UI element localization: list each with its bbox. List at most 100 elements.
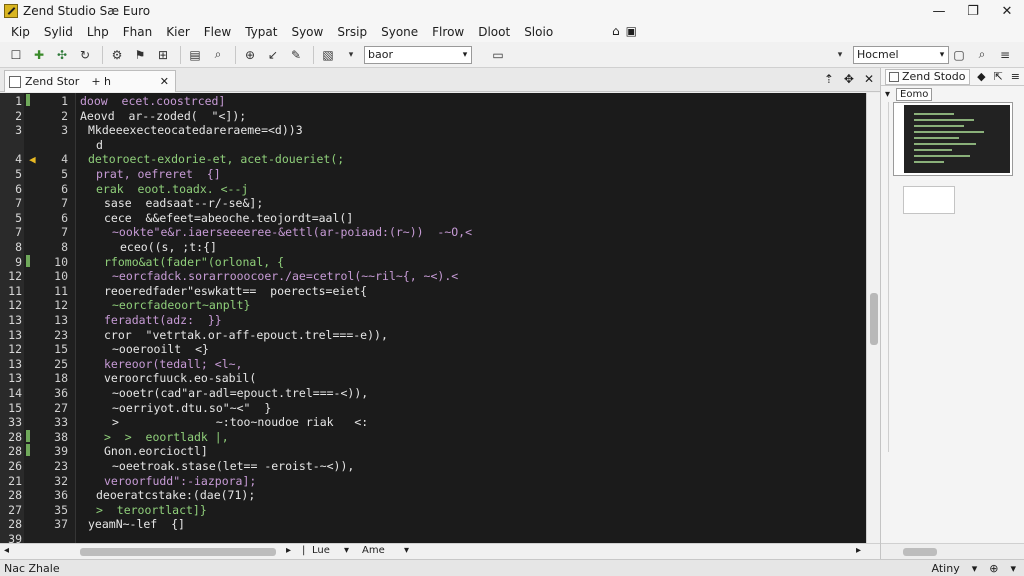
configuration-combo[interactable]: baor ▾ bbox=[364, 45, 472, 64]
close-icon[interactable]: ✕ bbox=[160, 75, 169, 88]
scrollbar-thumb[interactable] bbox=[870, 293, 878, 345]
minimize-icon[interactable]: — bbox=[922, 4, 956, 19]
chevron-down-icon[interactable]: ▾ bbox=[459, 50, 471, 60]
secondary-thumbnail[interactable] bbox=[903, 186, 955, 214]
search-icon[interactable]: ⌕ bbox=[208, 45, 228, 65]
scroll-left-icon[interactable]: ◂ bbox=[4, 545, 9, 556]
code-line[interactable]: 33 33 > ~:too~noudoe riak <: bbox=[0, 415, 866, 430]
menu-item[interactable]: Flrow bbox=[425, 25, 471, 39]
code-line[interactable]: 4 ◀ 4 detoroect-exdorie-et, acet-doueriet(; bbox=[0, 152, 866, 167]
scrollbar-thumb[interactable] bbox=[80, 548, 276, 556]
code-line[interactable]: 11 11 reoeredfader"eswkatt== poerects=eiet… bbox=[0, 284, 866, 299]
package-icon[interactable]: ▤ bbox=[185, 45, 205, 65]
code-line[interactable]: 27 35 > teroortlact]} bbox=[0, 503, 866, 518]
code-line[interactable]: 13 23 cror "vetrtak.or-aff-epouct.trel===-… bbox=[0, 328, 866, 343]
menu-item[interactable]: Sylid bbox=[37, 25, 80, 39]
chevron-down-icon[interactable]: ▾ bbox=[404, 545, 409, 556]
code-line[interactable]: 7 7 sase eadsaat--r/-se&]; bbox=[0, 196, 866, 211]
dropdown-arrow-icon[interactable]: ▾ bbox=[341, 45, 361, 65]
code-editor[interactable]: 1 1 doow ecet.coostrced] 2 2 Aeovd ar--zoded(… bbox=[0, 93, 866, 543]
chevron-down-icon[interactable]: ▾ bbox=[1010, 562, 1016, 575]
run-icon[interactable]: ✣ bbox=[52, 45, 72, 65]
code-line[interactable]: 2 2 Aeovd ar--zoded( "<]); bbox=[0, 109, 866, 124]
menu-item[interactable]: Syone bbox=[374, 25, 425, 39]
editor-vertical-scrollbar[interactable] bbox=[866, 93, 880, 543]
code-line[interactable]: d bbox=[0, 138, 866, 153]
menu-item[interactable]: Kip bbox=[4, 25, 37, 39]
code-line[interactable]: 8 8 eceo((s, ;t:{] bbox=[0, 240, 866, 255]
restore-icon[interactable]: ❐ bbox=[956, 4, 990, 19]
search-icon[interactable]: ⌕ bbox=[972, 45, 992, 65]
chevron-down-icon[interactable]: ▾ bbox=[885, 89, 890, 100]
clipboard-icon[interactable]: ▭ bbox=[488, 45, 508, 65]
open-type-icon[interactable]: ⊞ bbox=[153, 45, 173, 65]
menu-icon[interactable]: ≡ bbox=[995, 45, 1015, 65]
code-line[interactable]: 13 13 feradatt(adz: }} bbox=[0, 313, 866, 328]
code-line[interactable]: 7 7 ~ookte"e&r.iaerseeeeree-&ettl(ar-poiaa… bbox=[0, 225, 866, 240]
scroll-right-icon[interactable]: ▸ bbox=[856, 545, 861, 556]
code-line[interactable]: 28 38 > > eoortladk |, bbox=[0, 429, 866, 445]
refresh-icon[interactable]: ↻ bbox=[75, 45, 95, 65]
menu-item[interactable]: Typat bbox=[238, 25, 284, 39]
close-icon[interactable]: ✕ bbox=[990, 4, 1024, 19]
menu-item[interactable]: Srsip bbox=[330, 25, 374, 39]
close-icon[interactable]: ✕ bbox=[864, 72, 874, 86]
perspective-combo[interactable]: Hocmel ▾ bbox=[853, 45, 949, 64]
menu-item[interactable]: Fhan bbox=[116, 25, 159, 39]
code-line[interactable]: 12 15 ~ooerooilt <} bbox=[0, 342, 866, 357]
code-line[interactable]: 5 6 cece &&efeet=abeoche.teojordt=aal(] bbox=[0, 211, 866, 226]
code-line[interactable]: 39 bbox=[0, 532, 866, 543]
breakpoint-arrow-icon[interactable]: ◀ bbox=[29, 152, 36, 167]
code-line[interactable]: 6 6 erak eoot.toadx. <--j bbox=[0, 182, 866, 197]
editor-tab[interactable]: Zend Stor + h ✕ bbox=[4, 70, 176, 92]
new-file-icon[interactable]: ☐ bbox=[6, 45, 26, 65]
chevron-down-icon[interactable]: ▾ bbox=[344, 545, 349, 556]
open-perspective-icon[interactable]: ▢ bbox=[949, 45, 969, 65]
scroll-right-icon[interactable]: ▸ bbox=[286, 545, 291, 556]
view-menu-icon[interactable]: ◆ bbox=[977, 70, 985, 83]
menu-item[interactable]: Flew bbox=[197, 25, 238, 39]
code-line[interactable]: 13 18 veroorcfuuck.eo-sabil( bbox=[0, 371, 866, 386]
layout-icon[interactable]: ▧ bbox=[318, 45, 338, 65]
code-line[interactable]: 28 37 yeamN~-lef {] bbox=[0, 517, 866, 532]
tool-icon[interactable]: ↙ bbox=[263, 45, 283, 65]
zoom-icon[interactable]: ⊕ bbox=[240, 45, 260, 65]
chevron-down-icon[interactable]: ▾ bbox=[936, 50, 948, 60]
code-line[interactable]: 14 36 ~ooetr(cad"ar-adl=epouct.trel===-<))… bbox=[0, 386, 866, 401]
menu-item[interactable]: Syow bbox=[284, 25, 330, 39]
menu-item[interactable]: Dloot bbox=[471, 25, 517, 39]
menu-icon[interactable]: ≡ bbox=[1011, 70, 1020, 83]
pin-icon[interactable]: ⇡ bbox=[824, 72, 834, 86]
outline-filter-field[interactable]: Eomo bbox=[896, 87, 933, 101]
chevron-down-icon[interactable]: ▾ bbox=[830, 45, 850, 65]
pin-icon[interactable]: ⌂ bbox=[612, 24, 620, 38]
code-line[interactable]: 3 3 Mkdeeexecteocatedareraeme=<d))3 bbox=[0, 123, 866, 138]
menu-item[interactable]: Kier bbox=[159, 25, 197, 39]
outline-tab[interactable]: Zend Stodo bbox=[885, 68, 970, 85]
editor-horizontal-scrollbar[interactable]: ◂ ▸ | Lue ▾ Ame ▾ ▸ bbox=[0, 543, 880, 559]
code-line[interactable]: 15 27 ~oerriyot.dtu.so"~<" } bbox=[0, 401, 866, 416]
maximize-icon[interactable]: ⇱ bbox=[994, 70, 1003, 83]
scrollbar-thumb[interactable] bbox=[903, 548, 937, 556]
code-line[interactable]: 1 1 doow ecet.coostrced] bbox=[0, 94, 866, 109]
window-icon[interactable]: ▣ bbox=[626, 24, 637, 38]
outline-horizontal-scrollbar[interactable] bbox=[881, 543, 1024, 559]
code-line[interactable]: 9 10 rfomo&at(fader"(orlonal, { bbox=[0, 254, 866, 270]
new-project-icon[interactable]: ✚ bbox=[29, 45, 49, 65]
code-line[interactable]: 12 12 ~eorcfadeoort~anplt} bbox=[0, 298, 866, 313]
bookmark-icon[interactable]: ⚑ bbox=[130, 45, 150, 65]
menu-item[interactable]: Lhp bbox=[80, 25, 116, 39]
code-line[interactable]: 5 5 prat, oefreret {] bbox=[0, 167, 866, 182]
debug-icon[interactable]: ⚙ bbox=[107, 45, 127, 65]
preview-thumbnail[interactable] bbox=[893, 102, 1013, 176]
edit-pen-icon[interactable]: ✎ bbox=[286, 45, 306, 65]
chevron-down-icon[interactable]: ▾ bbox=[972, 562, 978, 575]
menu-item[interactable]: Sloio bbox=[517, 25, 560, 39]
zoom-icon[interactable]: ⊕ bbox=[989, 562, 998, 575]
code-line[interactable]: 28 39 Gnon.eorcioctl] bbox=[0, 444, 866, 459]
plus-icon[interactable]: + h bbox=[91, 75, 111, 88]
code-line[interactable]: 26 23 ~oeetroak.stase(let== -eroist-~<)), bbox=[0, 459, 866, 474]
code-line[interactable]: 12 10 ~eorcfadck.sorarrooocoer./ae=cetrol(… bbox=[0, 269, 866, 284]
split-icon[interactable]: ✥ bbox=[844, 72, 854, 86]
code-line[interactable]: 28 36 deoeratcstake:(dae(71); bbox=[0, 488, 866, 503]
